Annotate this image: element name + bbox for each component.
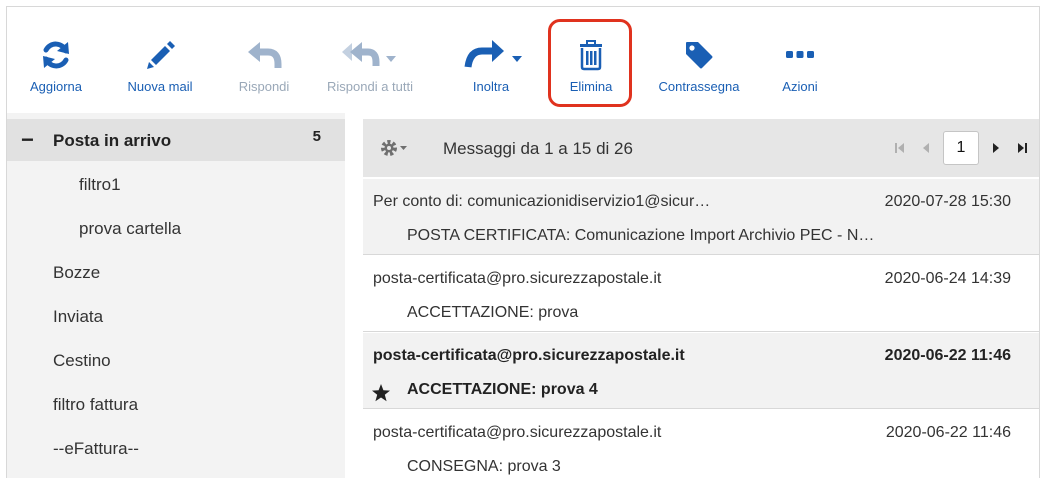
message-date: 2020-06-22 11:46 bbox=[885, 424, 1011, 441]
message-subject: ACCETTAZIONE: prova 4 bbox=[407, 381, 598, 398]
mail-window: Aggiorna Nuova mail Rispondi Rispondi a … bbox=[6, 6, 1040, 478]
reply-label: Rispondi bbox=[238, 79, 290, 94]
reply-icon bbox=[246, 33, 282, 77]
refresh-label: Aggiorna bbox=[29, 79, 83, 94]
collapse-icon[interactable]: − bbox=[21, 127, 34, 153]
refresh-icon bbox=[39, 33, 73, 77]
gear-icon[interactable] bbox=[379, 138, 409, 163]
pagination: 1 bbox=[891, 131, 1031, 165]
flag-button[interactable]: Contrassegna bbox=[647, 33, 751, 103]
message-sender: posta-certificata@pro.sicurezzapostale.i… bbox=[373, 347, 685, 364]
next-page-icon[interactable] bbox=[987, 131, 1005, 165]
reply-button[interactable]: Rispondi bbox=[231, 33, 297, 103]
more-icon bbox=[785, 33, 815, 77]
message-list-toolbar: Messaggi da 1 a 15 di 26 1 bbox=[363, 119, 1039, 177]
message-date: 2020-06-22 11:46 bbox=[884, 347, 1011, 364]
sidebar-item-filtro-fattura[interactable]: filtro fattura bbox=[53, 395, 138, 415]
reply-all-button[interactable]: Rispondi a tutti bbox=[317, 33, 423, 103]
unread-count-badge: 5 bbox=[312, 128, 321, 145]
sidebar-item-bozze[interactable]: Bozze bbox=[53, 263, 100, 283]
sidebar-item-efattura[interactable]: --eFattura-- bbox=[53, 439, 139, 459]
forward-icon bbox=[458, 33, 524, 77]
message-range-info: Messaggi da 1 a 15 di 26 bbox=[443, 139, 633, 158]
message-date: 2020-06-24 14:39 bbox=[884, 270, 1011, 287]
message-row[interactable]: posta-certificata@pro.sicurezzapostale.i… bbox=[363, 410, 1039, 478]
tag-icon bbox=[683, 33, 715, 77]
message-subject: ACCETTAZIONE: prova bbox=[407, 304, 579, 321]
trash-icon bbox=[577, 33, 605, 77]
new-mail-label: Nuova mail bbox=[127, 79, 193, 94]
forward-button[interactable]: Inoltra bbox=[455, 33, 527, 103]
previous-page-icon[interactable] bbox=[917, 131, 935, 165]
folder-sidebar: − Posta in arrivo 5 filtro1 prova cartel… bbox=[7, 113, 345, 478]
message-row[interactable]: Per conto di: comunicazionidiservizio1@s… bbox=[363, 179, 1039, 255]
delete-button[interactable]: Elimina bbox=[559, 33, 623, 103]
flag-label: Contrassegna bbox=[658, 79, 740, 94]
actions-label: Azioni bbox=[782, 79, 818, 94]
new-mail-button[interactable]: Nuova mail bbox=[119, 33, 201, 103]
sidebar-item-inbox[interactable]: − Posta in arrivo 5 bbox=[7, 119, 345, 161]
message-row[interactable]: posta-certificata@pro.sicurezzapostale.i… bbox=[363, 256, 1039, 332]
last-page-icon[interactable] bbox=[1013, 131, 1031, 165]
message-sender: posta-certificata@pro.sicurezzapostale.i… bbox=[373, 424, 662, 441]
message-row[interactable]: posta-certificata@pro.sicurezzapostale.i… bbox=[363, 333, 1039, 409]
refresh-button[interactable]: Aggiorna bbox=[25, 33, 87, 103]
forward-label: Inoltra bbox=[472, 79, 510, 94]
page-number-input[interactable]: 1 bbox=[943, 131, 979, 165]
message-sender: Per conto di: comunicazionidiservizio1@s… bbox=[373, 193, 711, 210]
pencil-icon bbox=[143, 33, 177, 77]
delete-label: Elimina bbox=[569, 79, 613, 94]
reply-all-icon bbox=[340, 33, 400, 77]
sidebar-item-prova-cartella[interactable]: prova cartella bbox=[79, 219, 181, 239]
sidebar-item-inviata[interactable]: Inviata bbox=[53, 307, 103, 327]
message-sender: posta-certificata@pro.sicurezzapostale.i… bbox=[373, 270, 662, 287]
toolbar: Aggiorna Nuova mail Rispondi Rispondi a … bbox=[7, 7, 1039, 113]
reply-all-label: Rispondi a tutti bbox=[327, 79, 413, 94]
sidebar-item-cestino[interactable]: Cestino bbox=[53, 351, 111, 371]
first-page-icon[interactable] bbox=[891, 131, 909, 165]
message-date: 2020-07-28 15:30 bbox=[884, 193, 1011, 210]
sidebar-item-label: Posta in arrivo bbox=[53, 131, 172, 150]
star-icon[interactable] bbox=[371, 383, 391, 408]
sidebar-item-filtro1[interactable]: filtro1 bbox=[79, 175, 121, 195]
message-subject: CONSEGNA: prova 3 bbox=[407, 458, 561, 475]
message-list-pane: Messaggi da 1 a 15 di 26 1 Per conto di:… bbox=[363, 113, 1039, 478]
message-subject: POSTA CERTIFICATA: Comunicazione Import … bbox=[407, 227, 875, 244]
actions-button[interactable]: Azioni bbox=[775, 33, 825, 103]
